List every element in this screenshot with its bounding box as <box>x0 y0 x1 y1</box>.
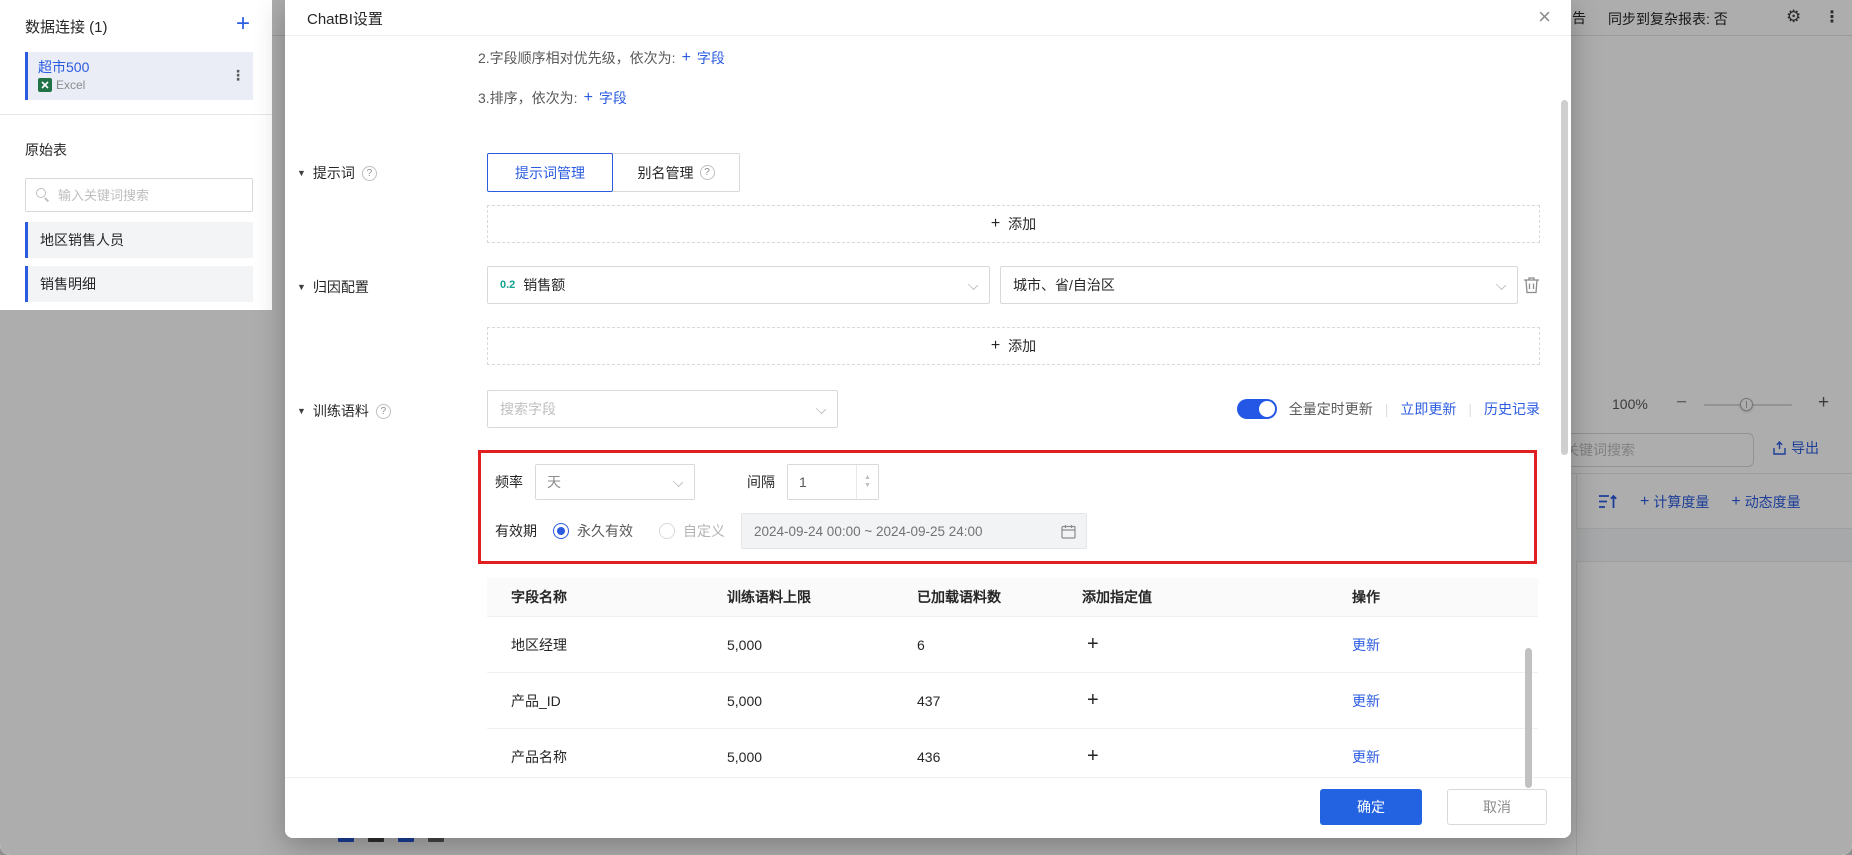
number-stepper: ▲ ▼ <box>856 465 878 499</box>
update-row-link[interactable]: 更新 <box>1352 637 1380 653</box>
calendar-icon <box>1061 524 1076 542</box>
attribution-metric-select[interactable]: 0.2 销售额 <box>487 266 990 304</box>
stepper-up-icon[interactable]: ▲ <box>864 474 871 482</box>
search-icon <box>36 188 46 198</box>
data-connection-title: 数据连接 (1) <box>25 16 108 37</box>
validity-label: 有效期 <box>495 521 537 541</box>
modal-title: ChatBI设置 <box>307 8 383 29</box>
validity-row: 有效期 永久有效 自定义 2024-09-24 00:00 ~ 2024-09-… <box>495 513 1087 549</box>
collapse-icon[interactable]: ▼ <box>297 406 306 416</box>
sidebar-panel: 数据连接 (1) + 超市500 Excel ⋮ 原始表 地区销售人员 销售明细 <box>0 0 272 310</box>
frequency-row: 频率 天 间隔 1 ▲ ▼ <box>495 464 879 500</box>
add-connection-button[interactable]: + <box>236 10 250 38</box>
chevron-down-icon <box>1496 280 1506 290</box>
weight-badge: 0.2 <box>500 279 515 291</box>
corpus-section-label: ▼ 训练语料 ? <box>297 401 391 421</box>
interval-input[interactable]: 1 ▲ ▼ <box>787 464 879 500</box>
add-value-button[interactable]: + <box>1082 633 1099 656</box>
attribution-section-label: ▼ 归因配置 <box>297 277 369 297</box>
chatbi-settings-modal: ChatBI设置 × 2.字段顺序相对优先级，依次为: + 字段 3.排序，依次… <box>285 0 1571 838</box>
separator: | <box>1468 401 1472 417</box>
add-field-link[interactable]: 字段 <box>599 88 627 108</box>
scheduled-update-toggle[interactable] <box>1237 399 1277 419</box>
collapse-icon[interactable]: ▼ <box>297 168 306 178</box>
modal-footer: 确定 取消 <box>285 777 1571 838</box>
connection-name: 超市500 <box>38 59 243 76</box>
plus-icon: + <box>991 215 1000 233</box>
step-line-sort: 3.排序，依次为: + 字段 <box>478 88 627 108</box>
prompt-manage-tab[interactable]: 提示词管理 <box>487 153 613 192</box>
plus-icon: + <box>991 337 1000 355</box>
prompt-add-area[interactable]: + 添加 <box>487 205 1540 243</box>
help-icon[interactable]: ? <box>362 166 377 181</box>
table-row: 地区经理 5,000 6 + 更新 <box>487 617 1538 673</box>
table-row: 产品_ID 5,000 437 + 更新 <box>487 673 1538 729</box>
help-icon[interactable]: ? <box>376 404 391 419</box>
schedule-highlight-box: 频率 天 间隔 1 ▲ ▼ 有效期 永久有效 <box>478 450 1537 564</box>
update-row-link[interactable]: 更新 <box>1352 693 1380 709</box>
connection-more-icon[interactable]: ⋮ <box>231 67 245 84</box>
add-field-link[interactable]: 字段 <box>697 48 725 68</box>
table-search-box <box>25 178 253 212</box>
col-loaded-count: 已加载语料数 <box>917 587 1082 607</box>
excel-icon <box>38 78 52 92</box>
table-header-row: 字段名称 训练语料上限 已加载语料数 添加指定值 操作 <box>487 578 1538 617</box>
step-line-field-priority: 2.字段顺序相对优先级，依次为: + 字段 <box>478 48 725 68</box>
radio-forever[interactable] <box>553 523 569 539</box>
table-item-region-sales[interactable]: 地区销售人员 <box>25 222 253 258</box>
radio-forever-label[interactable]: 永久有效 <box>577 521 633 541</box>
update-now-link[interactable]: 立即更新 <box>1400 399 1456 419</box>
raw-tables-label: 原始表 <box>25 140 67 160</box>
collapse-icon[interactable]: ▼ <box>297 282 306 292</box>
chevron-down-icon <box>968 280 978 290</box>
col-corpus-limit: 训练语料上限 <box>727 587 917 607</box>
confirm-button[interactable]: 确定 <box>1320 789 1422 825</box>
prompt-section-label: ▼ 提示词 ? <box>297 163 377 183</box>
add-field-icon[interactable]: + <box>584 89 593 107</box>
radio-custom-label[interactable]: 自定义 <box>683 521 725 541</box>
update-row-link[interactable]: 更新 <box>1352 749 1380 765</box>
chevron-down-icon <box>816 404 826 414</box>
frequency-label: 频率 <box>495 472 523 492</box>
alias-manage-tab[interactable]: 别名管理 ? <box>612 153 740 192</box>
trash-icon[interactable] <box>1523 276 1540 299</box>
corpus-table: 字段名称 训练语料上限 已加载语料数 添加指定值 操作 地区经理 5,000 6… <box>487 578 1538 785</box>
separator: | <box>1385 401 1389 417</box>
close-icon[interactable]: × <box>1532 2 1557 32</box>
history-link[interactable]: 历史记录 <box>1484 399 1540 419</box>
stepper-down-icon[interactable]: ▼ <box>864 482 871 490</box>
modal-scrollbar[interactable] <box>1561 100 1568 455</box>
add-value-button[interactable]: + <box>1082 745 1099 768</box>
interval-label: 间隔 <box>747 472 775 492</box>
app-root: 告 同步到复杂报表: 否 ⚙ ⋮ 100% − + 导出 + <box>0 0 1852 855</box>
connection-type-label: Excel <box>56 78 85 92</box>
col-field-name: 字段名称 <box>487 587 727 607</box>
corpus-field-search-select[interactable]: 搜索字段 <box>487 390 838 428</box>
table-search-input[interactable] <box>58 179 248 211</box>
col-action: 操作 <box>1352 587 1538 607</box>
date-range-input[interactable]: 2024-09-24 00:00 ~ 2024-09-25 24:00 <box>741 513 1087 549</box>
frequency-select[interactable]: 天 <box>535 464 695 500</box>
col-add-value: 添加指定值 <box>1082 587 1352 607</box>
table-item-sales-detail[interactable]: 销售明细 <box>25 266 253 302</box>
connection-item-selected[interactable]: 超市500 Excel ⋮ <box>25 52 253 100</box>
add-value-button[interactable]: + <box>1082 689 1099 712</box>
sidebar-divider <box>0 114 272 115</box>
modal-header: ChatBI设置 × <box>285 0 1571 36</box>
radio-custom[interactable] <box>659 523 675 539</box>
corpus-controls: 全量定时更新 | 立即更新 | 历史记录 <box>1237 390 1540 428</box>
toggle-label: 全量定时更新 <box>1289 399 1373 419</box>
cancel-button[interactable]: 取消 <box>1447 789 1547 825</box>
attribution-dimension-select[interactable]: 城市、省/自治区 <box>1000 266 1518 304</box>
add-field-icon[interactable]: + <box>682 49 691 67</box>
help-icon[interactable]: ? <box>700 165 715 180</box>
table-scrollbar[interactable] <box>1525 648 1532 788</box>
attribution-add-area[interactable]: + 添加 <box>487 327 1540 365</box>
chevron-down-icon <box>673 477 683 487</box>
